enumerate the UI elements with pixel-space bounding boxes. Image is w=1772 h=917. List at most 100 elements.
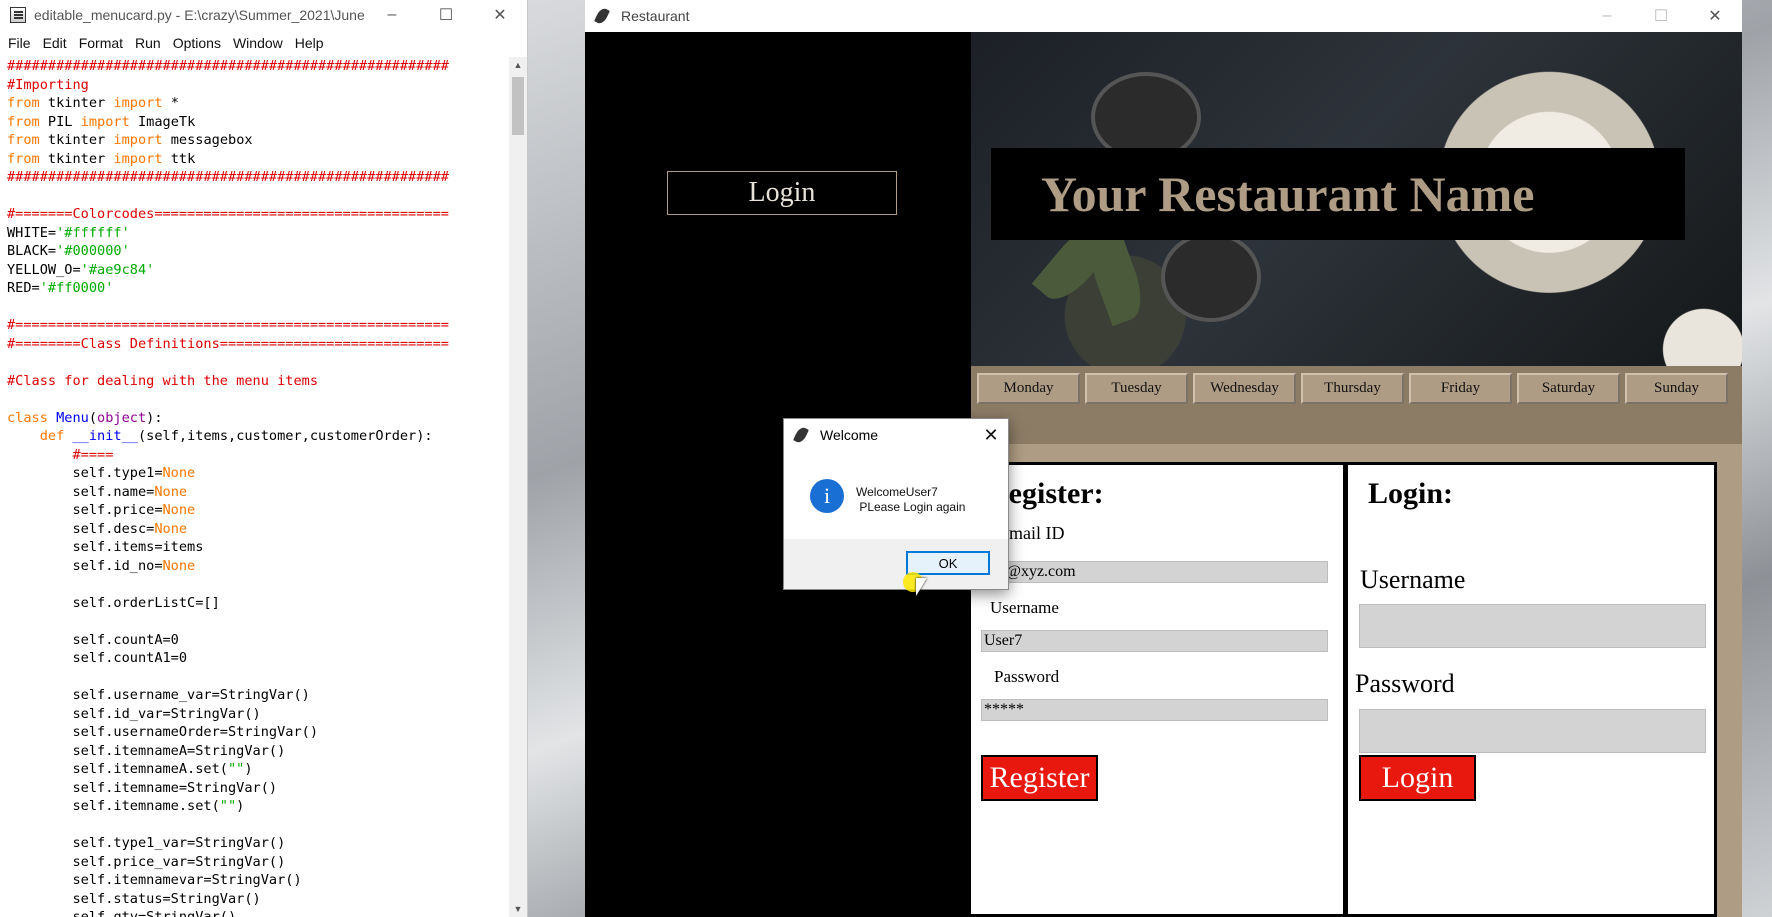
maximize-icon[interactable]: ☐ (1634, 1, 1688, 31)
code-token: self.itemnameA.set( (7, 761, 228, 777)
code-token: None (162, 502, 196, 518)
login-password-field[interactable] (1359, 709, 1706, 753)
register-username-field[interactable]: User7 (981, 630, 1328, 652)
code-token: tkinter (39, 150, 114, 167)
dialog-message-line: WelcomeUser7 (856, 485, 938, 499)
minimize-icon[interactable]: – (1580, 1, 1634, 31)
code-line: self.username_var=StringVar() (7, 687, 310, 703)
day-button-saturday[interactable]: Saturday (1517, 373, 1620, 404)
scroll-down-icon[interactable]: ▼ (509, 901, 527, 917)
code-line: self.type1_var=StringVar() (7, 835, 286, 851)
code-token: None (154, 483, 188, 500)
code-token: RED= (7, 280, 40, 296)
minimize-icon[interactable]: – (365, 0, 419, 30)
code-token: tkinter (39, 95, 114, 111)
day-button-monday[interactable]: Monday (977, 373, 1080, 404)
code-line: self.id_var=StringVar() (7, 705, 261, 722)
register-button[interactable]: Register (981, 755, 1098, 801)
idle-editor-window: editable_menucard.py - E:\crazy\Summer_2… (0, 0, 528, 917)
restaurant-titlebar[interactable]: Restaurant – ☐ ✕ (585, 0, 1742, 32)
code-line: YELLOW_O='#ae9c84' (7, 261, 510, 280)
code-token: (self,items,customer,customerOrder): (137, 428, 433, 444)
code-token: ( (88, 409, 98, 426)
menu-format[interactable]: Format (79, 35, 123, 51)
code-editor[interactable]: ########################################… (0, 57, 510, 917)
day-button-tuesday[interactable]: Tuesday (1085, 373, 1188, 404)
code-token: '#000000' (56, 243, 130, 259)
login-username-field[interactable] (1359, 604, 1706, 648)
dialog-titlebar[interactable]: Welcome ✕ (784, 419, 1008, 451)
code-token: None (162, 557, 196, 574)
code-line: ########################################… (7, 169, 449, 185)
bowl-image (1161, 232, 1261, 322)
register-password-label: Password (994, 667, 1060, 686)
code-token: tkinter (39, 132, 114, 148)
close-icon[interactable]: ✕ (974, 419, 1008, 451)
day-button-thursday[interactable]: Thursday (1301, 373, 1404, 404)
login-panel: Login: Username Password Login (1345, 462, 1717, 917)
scroll-up-icon[interactable]: ▲ (509, 57, 527, 73)
code-line: self.items=items (7, 539, 204, 555)
code-line: from tkinter import messagebox (7, 131, 510, 150)
menu-help[interactable]: Help (295, 35, 324, 51)
menu-file[interactable]: File (8, 35, 31, 51)
scroll-thumb[interactable] (512, 77, 524, 135)
code-line: self.status=StringVar() (7, 890, 261, 907)
menu-run[interactable]: Run (135, 35, 161, 51)
register-username-label: Username (990, 598, 1059, 617)
day-button-strip: Monday Tuesday Wednesday Thursday Friday… (971, 366, 1742, 451)
idle-titlebar[interactable]: editable_menucard.py - E:\crazy\Summer_2… (0, 0, 527, 30)
code-token: import (80, 113, 130, 130)
menu-edit[interactable]: Edit (43, 35, 67, 51)
code-token: ): (146, 409, 163, 426)
editor-scrollbar[interactable]: ▲ ▼ (509, 57, 527, 917)
forms-frame: Register: E-mail ID abc@xyz.com Username… (971, 444, 1742, 917)
register-password-field[interactable]: ***** (981, 699, 1328, 721)
code-line: self.type1=None (7, 464, 510, 483)
code-token: self.id_no= (7, 557, 163, 574)
code-line: self.qty=StringVar() (7, 909, 237, 917)
code-token: import (113, 95, 163, 111)
day-button-wednesday[interactable]: Wednesday (1193, 373, 1296, 404)
code-line: #=======Colorcodes======================… (7, 206, 449, 222)
idle-window-title: editable_menucard.py - E:\crazy\Summer_2… (34, 7, 365, 23)
day-button-sunday[interactable]: Sunday (1625, 373, 1728, 404)
close-icon[interactable]: ✕ (1688, 1, 1742, 31)
login-username-label: Username (1360, 565, 1466, 594)
code-line: self.countA=0 (7, 631, 179, 648)
code-token: self.price= (7, 502, 163, 518)
email-field[interactable]: abc@xyz.com (981, 561, 1328, 583)
code-token: from (7, 132, 40, 148)
code-token: '#ff0000' (39, 280, 114, 296)
code-line: self.itemname=StringVar() (7, 779, 278, 796)
code-line: self.id_no=None (7, 557, 510, 576)
code-token: '#ae9c84' (80, 261, 155, 278)
menu-window[interactable]: Window (233, 35, 283, 51)
code-token: None (154, 520, 188, 537)
code-token: "" (227, 761, 245, 777)
code-token: ttk (162, 150, 196, 167)
day-button-friday[interactable]: Friday (1409, 373, 1512, 404)
code-token: from (7, 95, 40, 111)
code-line: self.itemnameA.set("") (7, 760, 510, 779)
code-token: __init__ (72, 428, 138, 444)
code-line: #==== (7, 446, 114, 463)
code-line: from tkinter import * (7, 94, 510, 113)
welcome-dialog: Welcome ✕ i WelcomeUser7 PLease Login ag… (783, 418, 1009, 590)
code-line: #Importing (7, 76, 89, 93)
login-password-label: Password (1355, 669, 1455, 698)
code-token: Menu (56, 409, 89, 426)
dialog-message-line: PLease Login again (856, 500, 966, 514)
login-button[interactable]: Login (1359, 755, 1476, 801)
side-login-button[interactable]: Login (667, 171, 897, 215)
close-icon[interactable]: ✕ (473, 0, 527, 30)
maximize-icon[interactable]: ☐ (419, 0, 473, 30)
ok-button[interactable]: OK (906, 551, 990, 575)
login-heading: Login: (1368, 477, 1454, 510)
menu-options[interactable]: Options (173, 35, 221, 51)
